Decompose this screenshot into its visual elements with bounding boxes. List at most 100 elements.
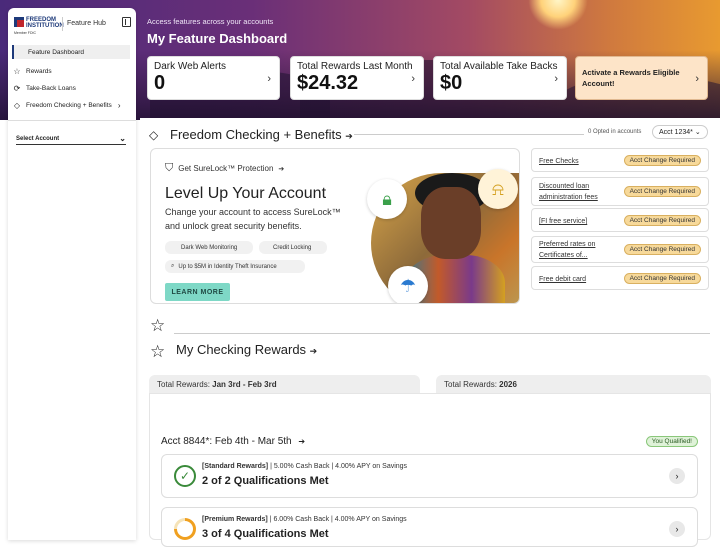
- tab-rewards-period[interactable]: Total Rewards: Jan 3rd - Feb 3rd: [149, 375, 420, 393]
- sidebar-collapse-icon[interactable]: [122, 17, 131, 27]
- star-icon: ☆: [150, 316, 166, 335]
- reward-tier: [Standard Rewards]: [202, 463, 269, 470]
- premium-rewards-card[interactable]: [Premium Rewards] | 6.00% Cash Back | 4.…: [161, 507, 698, 547]
- tab-rewards-year[interactable]: Total Rewards: 2026: [436, 375, 711, 393]
- account-period-link[interactable]: Acct 8844*: Feb 4th - Mar 5th ➔: [161, 436, 305, 447]
- chevron-right-icon: ›: [695, 73, 699, 85]
- bank-logo: FREEDOM INSTITUTION Member FDIC: [14, 17, 64, 37]
- learn-more-button[interactable]: LEARN MORE: [165, 283, 230, 301]
- divider: [174, 333, 710, 334]
- requirement-row[interactable]: [FI free service] Acct Change Required: [531, 208, 709, 232]
- arrow-right-icon: ➔: [278, 165, 285, 173]
- progress-ring-icon: [174, 518, 196, 540]
- chevron-right-icon: ›: [267, 73, 271, 85]
- card-value: $0: [440, 72, 463, 94]
- qualifications-status: 2 of 2 Qualifications Met: [202, 475, 329, 487]
- chevron-down-icon: ⌄: [119, 134, 126, 143]
- tab-label: Total Rewards:: [157, 380, 210, 389]
- sidebar-item-label: Rewards: [26, 67, 52, 75]
- section-title-text: Freedom Checking + Benefits: [170, 127, 342, 142]
- chevron-down-icon: ⌄: [694, 129, 701, 136]
- status-badge: Acct Change Required: [623, 244, 701, 255]
- total-rewards-card[interactable]: Total Rewards Last Month $24.32 ›: [290, 56, 424, 100]
- card-label: Total Available Take Backs: [440, 61, 558, 72]
- diamond-icon: ◇: [13, 100, 21, 110]
- tab-label: Total Rewards:: [444, 380, 497, 389]
- sidebar-item-label: Take-Back Loans: [26, 84, 76, 92]
- requirement-row[interactable]: Free debit card Acct Change Required: [531, 266, 709, 290]
- star-icon: ☆: [150, 342, 166, 361]
- page-title: My Feature Dashboard: [147, 31, 288, 46]
- hero-subtitle: Access features across your accounts: [147, 17, 274, 26]
- arrow-right-icon: ➔: [345, 131, 353, 141]
- opted-in-count: 0 Opted in accounts: [588, 129, 642, 135]
- divider: [354, 134, 584, 135]
- requirement-row[interactable]: Free Checks Acct Change Required: [531, 148, 709, 172]
- reward-tier: [Premium Rewards]: [202, 516, 268, 523]
- sidebar-item-rewards[interactable]: ☆ Rewards: [12, 64, 130, 78]
- requirement-row[interactable]: Discounted loan administration fees Acct…: [531, 177, 709, 206]
- status-badge: Acct Change Required: [623, 186, 701, 197]
- surelock-link[interactable]: ⛉ Get SureLock™ Protection ➔: [165, 162, 284, 175]
- requirement-link[interactable]: Discounted loan administration fees: [539, 181, 619, 203]
- rewards-section-title[interactable]: My Checking Rewards ➔: [176, 342, 317, 357]
- benefit-pill: Credit Locking: [259, 241, 327, 254]
- qualified-badge: You Qualified!: [645, 436, 698, 447]
- requirement-row[interactable]: Preferred rates on Certificates of... Ac…: [531, 236, 709, 263]
- bell-icon: ⍾: [478, 169, 518, 209]
- divider: [8, 120, 136, 121]
- account-selector[interactable]: Acct 1234* ⌄: [652, 125, 708, 139]
- benefits-section-title[interactable]: Freedom Checking + Benefits ➔: [170, 127, 353, 142]
- flag-icon: [14, 17, 24, 27]
- umbrella-icon: ☂: [388, 266, 428, 303]
- standard-rewards-card[interactable]: ✓ [Standard Rewards] | 5.00% Cash Back |…: [161, 454, 698, 498]
- qualifications-status: 3 of 4 Qualifications Met: [202, 528, 329, 540]
- reward-detail: | 6.00% Cash Back | 4.00% APY on Savings: [267, 516, 407, 523]
- chevron-right-icon: ›: [554, 73, 558, 85]
- dark-web-alerts-card[interactable]: Dark Web Alerts 0 ›: [147, 56, 280, 100]
- requirement-link[interactable]: Free debit card: [539, 274, 586, 285]
- sidebar-item-checking-benefits[interactable]: ◇ Freedom Checking + Benefits ›: [12, 98, 130, 112]
- sidebar-item-label: Freedom Checking + Benefits: [26, 101, 112, 109]
- sidebar-item-take-back-loans[interactable]: ⟳ Take-Back Loans: [12, 81, 130, 95]
- star-icon: ☆: [13, 66, 21, 76]
- requirement-link[interactable]: [FI free service]: [539, 216, 587, 227]
- account-selector-label: Acct 1234*: [659, 129, 693, 136]
- section-title-text: My Checking Rewards: [176, 342, 307, 357]
- card-label: Total Rewards Last Month: [297, 61, 413, 72]
- shield-lock-icon: ⛉: [165, 162, 174, 174]
- account-period-label: Acct 8844*: Feb 4th - Mar 5th: [161, 436, 292, 447]
- diamond-icon: ◇: [149, 128, 159, 142]
- chevron-right-icon[interactable]: ›: [669, 521, 685, 537]
- sidebar: FREEDOM INSTITUTION Member FDIC Feature …: [8, 8, 136, 540]
- reward-detail: | 5.00% Cash Back | 4.00% APY on Savings: [268, 463, 408, 470]
- status-badge: Acct Change Required: [623, 273, 701, 284]
- tab-value: 2026: [499, 380, 517, 389]
- select-account-dropdown[interactable]: Select Account ⌄: [16, 134, 126, 145]
- surelock-promo-card: ⛉ Get SureLock™ Protection ➔ Level Up Yo…: [150, 148, 520, 304]
- arrow-right-icon: ➔: [298, 437, 306, 446]
- divider: [62, 17, 63, 31]
- cycle-icon: ⟳: [13, 83, 21, 93]
- arrow-right-icon: ➔: [309, 346, 318, 356]
- chevron-right-icon: ›: [117, 100, 121, 110]
- activate-rewards-card[interactable]: Activate a Rewards Eligible Account! ›: [575, 56, 708, 100]
- take-backs-card[interactable]: Total Available Take Backs $0 ›: [433, 56, 567, 100]
- benefit-pill: ⌕ Up to $5M in Identity Theft Insurance: [165, 260, 305, 273]
- hub-label: Feature Hub: [67, 20, 106, 27]
- card-label: Activate a Rewards Eligible Account!: [582, 68, 680, 88]
- status-badge: Acct Change Required: [623, 155, 701, 166]
- requirement-link[interactable]: Free Checks: [539, 156, 579, 167]
- chevron-right-icon[interactable]: ›: [669, 468, 685, 484]
- logo-member: Member FDIC: [14, 31, 36, 35]
- status-badge: Acct Change Required: [623, 215, 701, 226]
- benefit-pill: Dark Web Monitoring: [165, 241, 253, 254]
- sidebar-item-feature-dashboard[interactable]: Feature Dashboard: [12, 45, 130, 59]
- requirement-link[interactable]: Preferred rates on Certificates of...: [539, 239, 619, 261]
- card-value: 0: [154, 72, 166, 94]
- tab-value: Jan 3rd - Feb 3rd: [212, 380, 277, 389]
- logo-text: FREEDOM INSTITUTION: [26, 17, 64, 29]
- rewards-panel: Acct 8844*: Feb 4th - Mar 5th ➔ You Qual…: [149, 393, 711, 547]
- promo-headline: Level Up Your Account: [165, 185, 327, 202]
- card-label: Dark Web Alerts: [154, 61, 227, 72]
